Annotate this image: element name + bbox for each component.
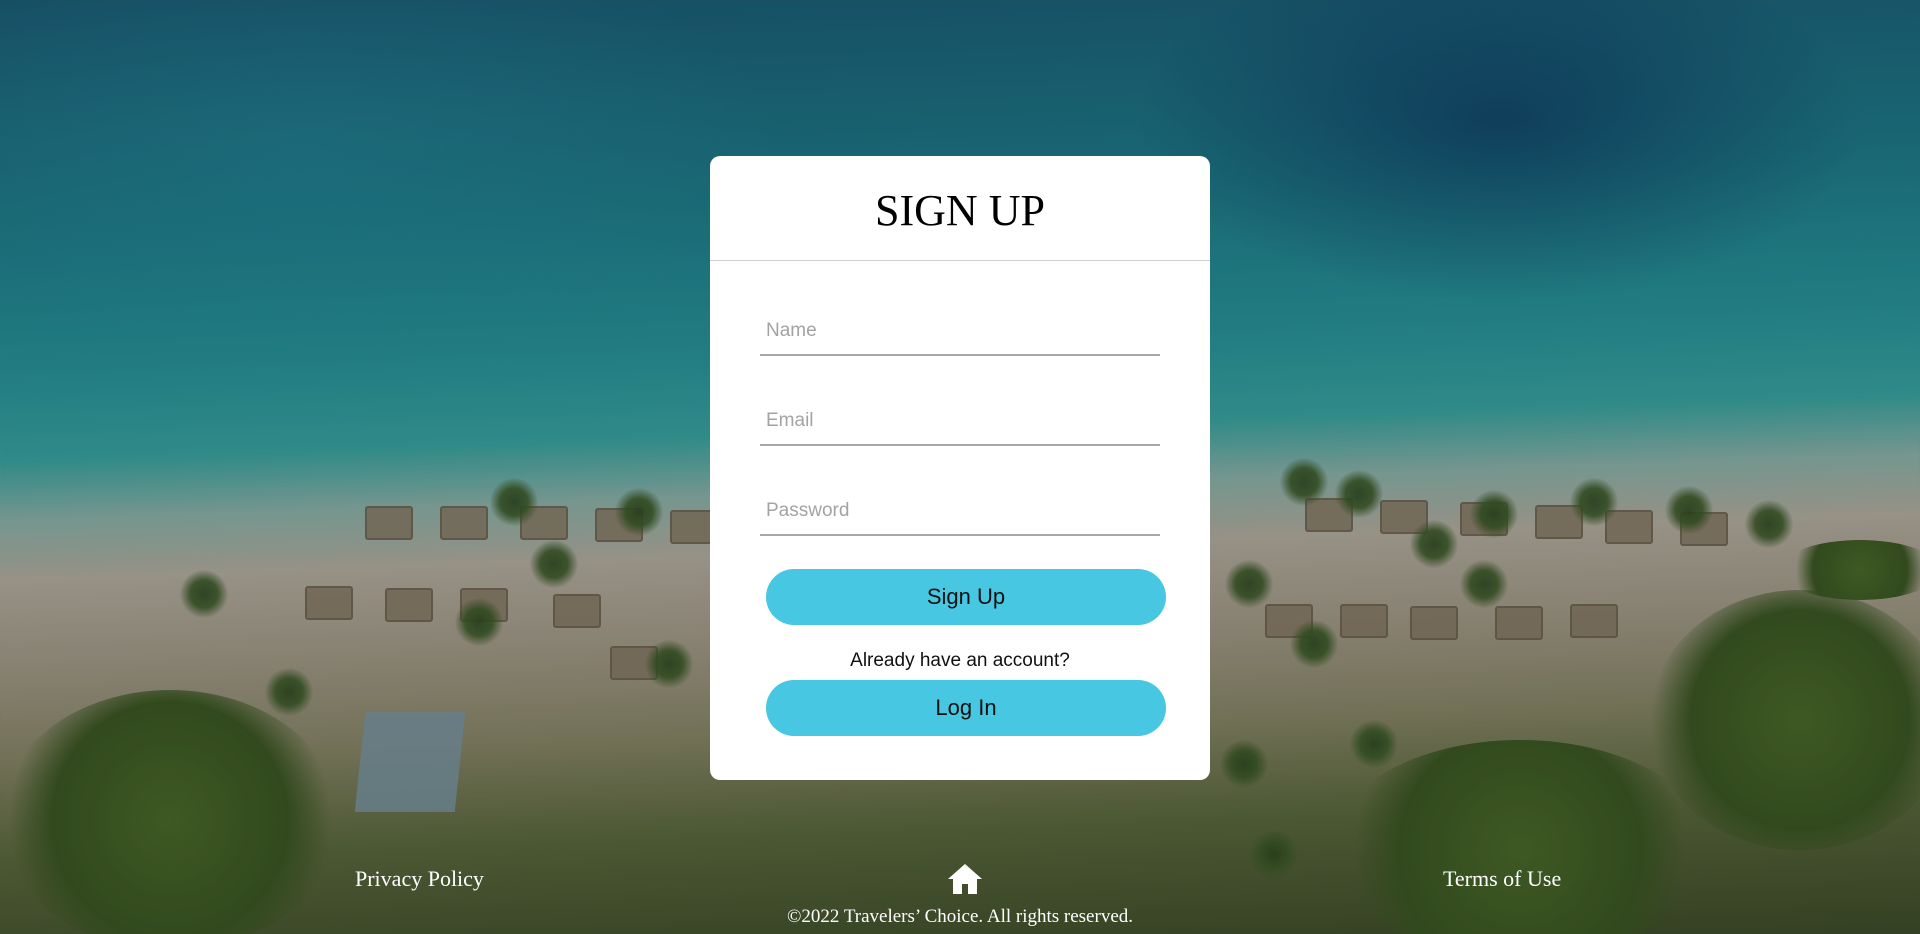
privacy-policy-link[interactable]: Privacy Policy — [355, 866, 484, 892]
password-field[interactable] — [760, 488, 1160, 536]
email-field[interactable] — [760, 398, 1160, 446]
login-button[interactable]: Log In — [766, 680, 1166, 736]
already-have-account-text: Already have an account? — [850, 650, 1070, 671]
name-field[interactable] — [760, 308, 1160, 356]
card-header: SIGN UP — [710, 156, 1210, 261]
signup-card: SIGN UP Sign Up Already have an account?… — [710, 156, 1210, 780]
home-icon[interactable] — [946, 862, 984, 896]
copyright-text: ©2022 Travelers’ Choice. All rights rese… — [787, 906, 1133, 927]
signup-button[interactable]: Sign Up — [766, 569, 1166, 625]
terms-of-use-link[interactable]: Terms of Use — [1443, 866, 1561, 892]
page-title: SIGN UP — [875, 185, 1045, 235]
